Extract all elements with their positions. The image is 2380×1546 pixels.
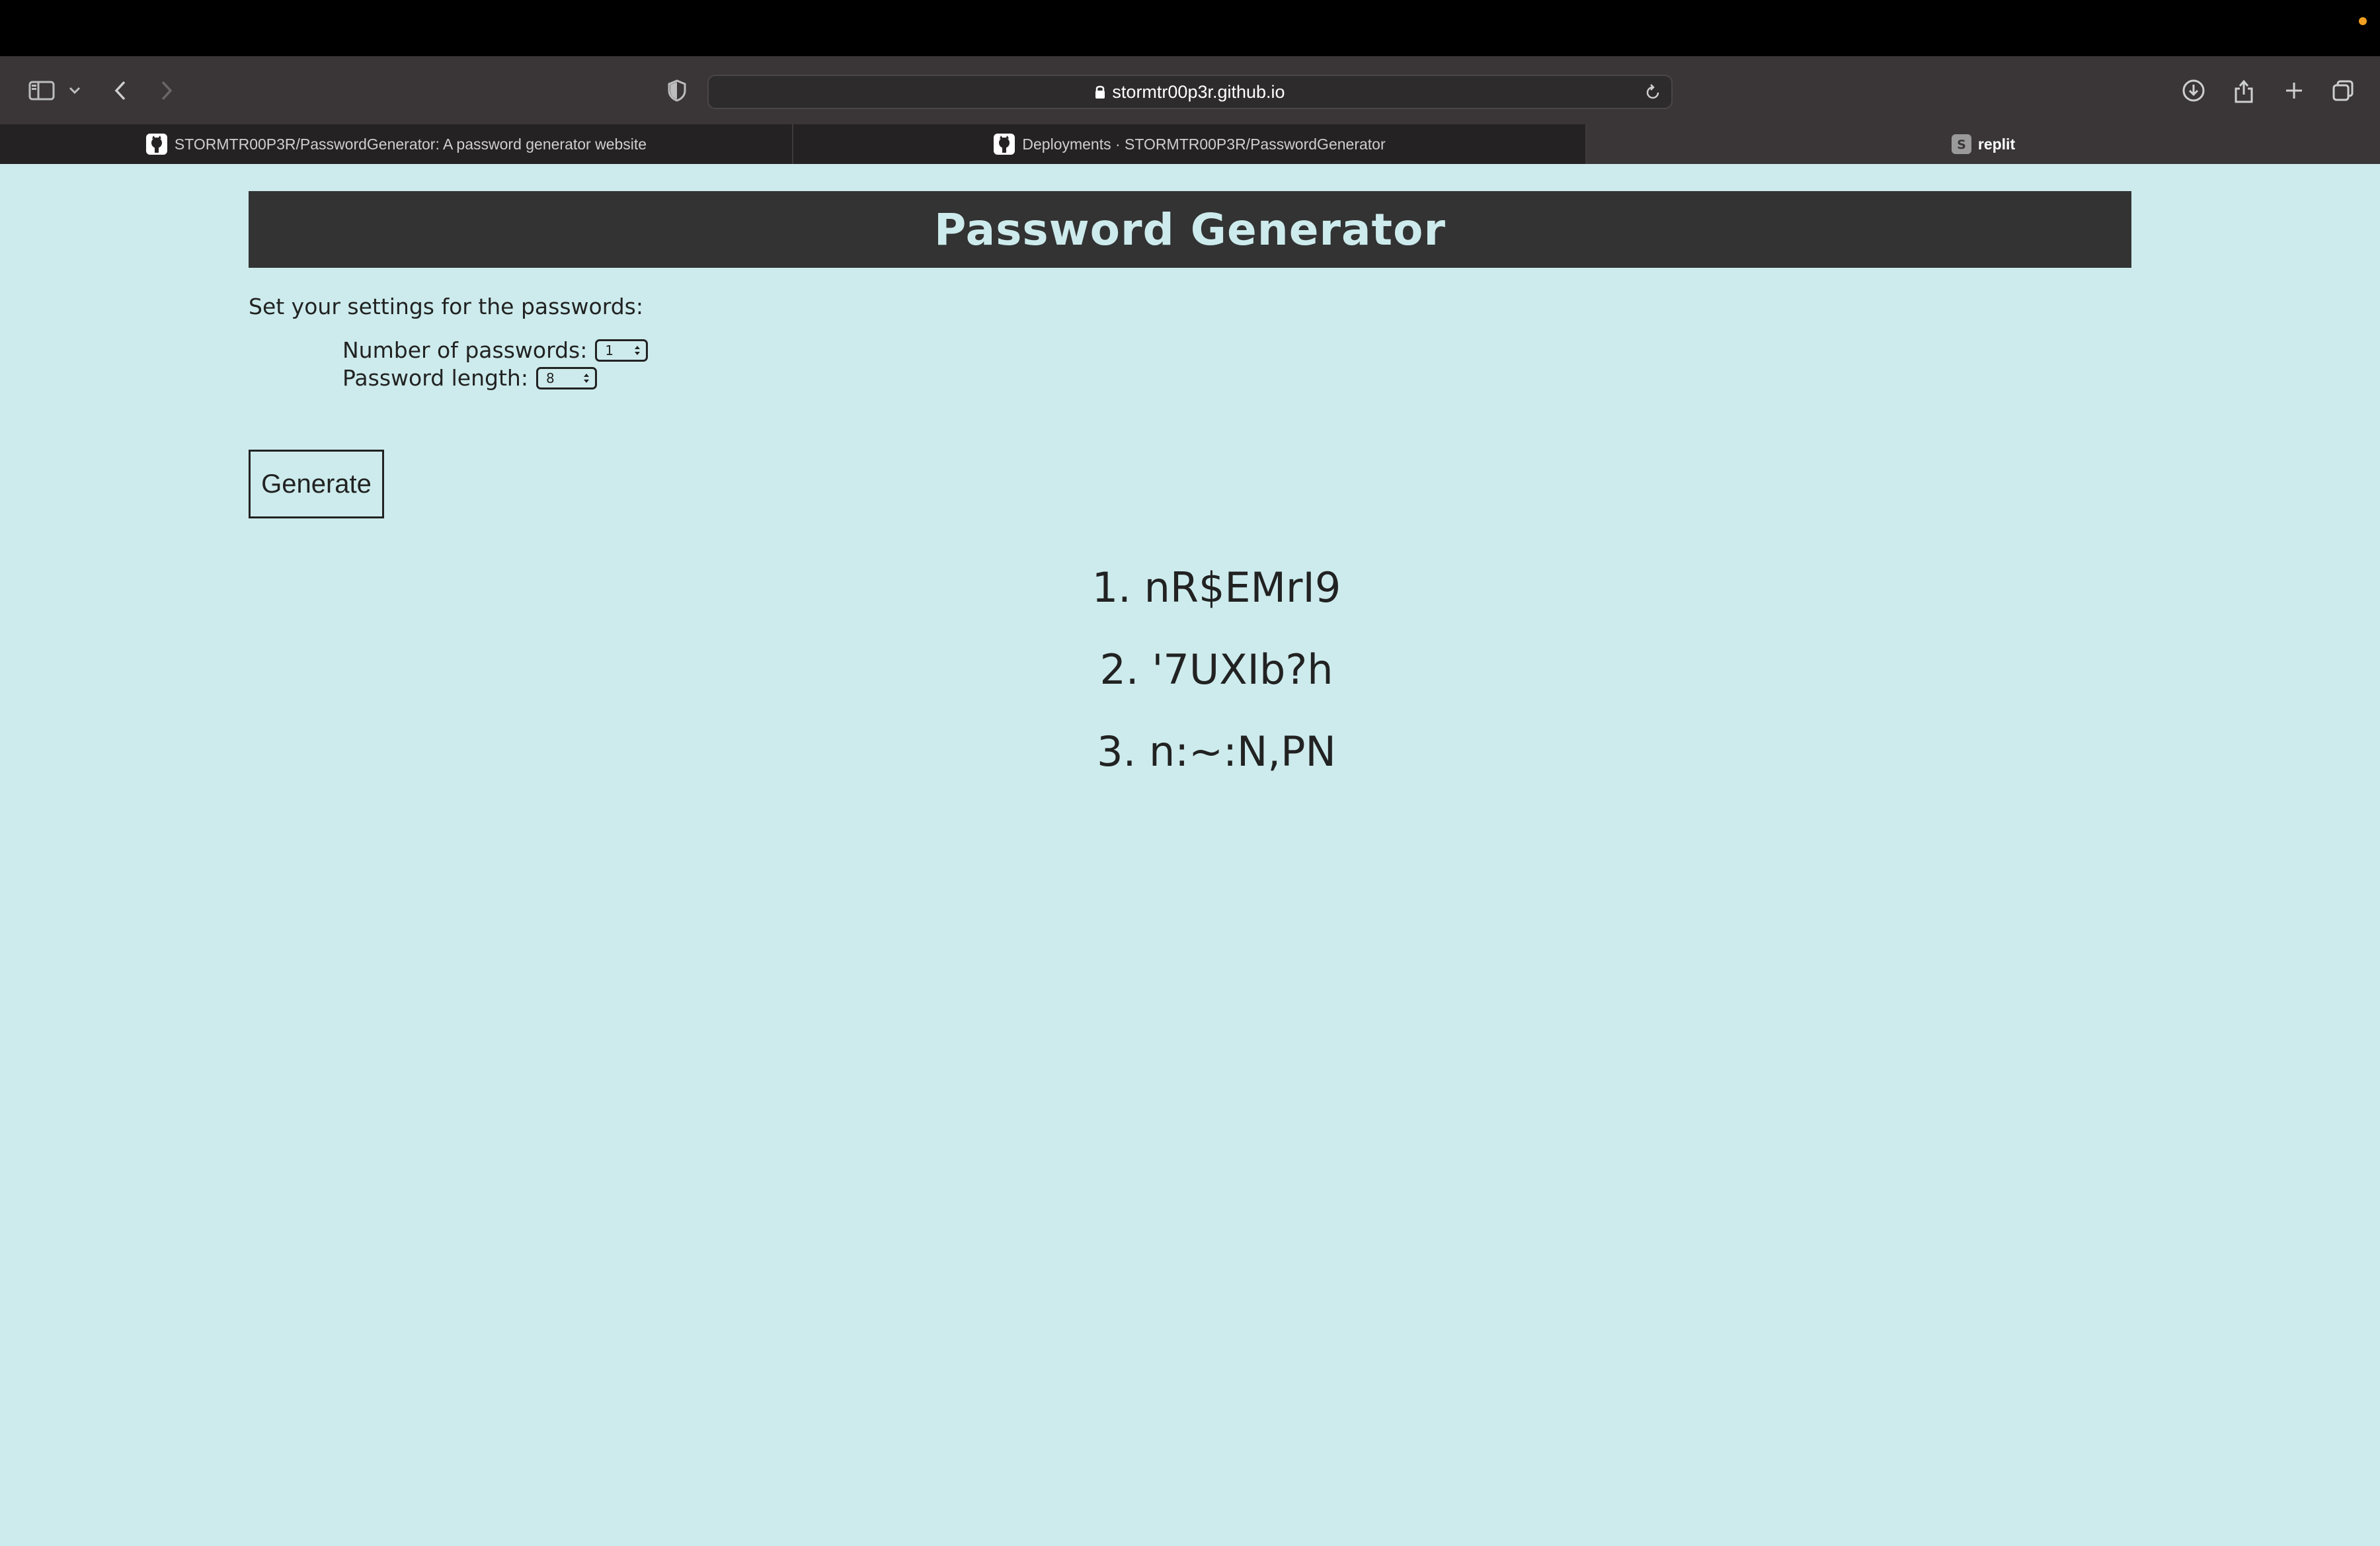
page-header: Password Generator [249,191,2131,268]
tab-label: Deployments · STORMTR00P3R/PasswordGener… [1022,135,1386,153]
select-arrows-icon [583,373,590,384]
lock-icon [1095,85,1105,99]
select-arrows-icon [634,345,641,356]
page-title: Password Generator [933,204,1446,255]
num-passwords-select[interactable]: 1 [595,339,649,362]
forward-icon[interactable] [153,56,180,124]
github-icon [993,133,1015,155]
password-length-row: Password length: 8 [342,365,597,391]
new-tab-icon[interactable] [2280,56,2309,124]
settings-label: Set your settings for the passwords: [249,294,643,319]
address-text: stormtr00p3r.github.io [1112,81,1285,102]
github-icon [145,133,168,155]
num-passwords-row: Number of passwords: 1 [342,337,649,363]
download-icon[interactable] [2179,56,2208,124]
system-menu-bar [0,0,2380,56]
generate-button[interactable]: Generate [249,450,384,518]
tab-deployments[interactable]: Deployments · STORMTR00P3R/PasswordGener… [793,124,1585,164]
password-list: 1. nR$EMrI9 2. '7UXIb?h 3. n:~:N,PN [959,546,1474,792]
password-item: 1. nR$EMrI9 [1091,563,1341,612]
privacy-shield-icon[interactable] [664,56,690,124]
password-item: 3. n:~:N,PN [1097,727,1336,776]
page-content: Password Generator Set your settings for… [0,164,2380,1546]
back-icon[interactable] [107,56,134,124]
password-length-value: 8 [545,370,555,386]
tab-replit[interactable]: S replit [1587,124,2380,164]
password-length-label: Password length: [342,365,528,391]
replit-icon: S [1951,134,1971,154]
tab-github-repo[interactable]: STORMTR00P3R/PasswordGenerator: A passwo… [0,124,792,164]
password-length-select[interactable]: 8 [536,366,597,389]
tab-label: replit [1977,135,2016,153]
address-bar[interactable]: stormtr00p3r.github.io [707,75,1673,109]
tab-label: STORMTR00P3R/PasswordGenerator: A passwo… [174,135,647,153]
num-passwords-value: 1 [605,342,614,358]
tab-bar: STORMTR00P3R/PasswordGenerator: A passwo… [0,124,2380,164]
sidebar-toggle-icon[interactable] [25,56,58,124]
reload-icon[interactable] [1644,83,1662,102]
svg-text:S: S [1957,138,1966,152]
recording-indicator-icon [2359,17,2367,25]
num-passwords-label: Number of passwords: [342,337,588,363]
tab-overview-icon[interactable] [2328,56,2358,124]
password-item: 2. '7UXIb?h [1099,645,1333,694]
chevron-down-icon[interactable] [65,56,85,124]
share-icon[interactable] [2229,56,2258,124]
